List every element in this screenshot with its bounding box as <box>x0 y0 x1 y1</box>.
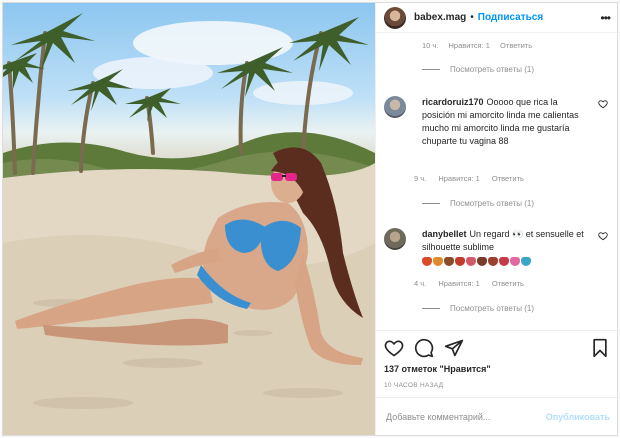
follow-button[interactable]: Подписаться <box>478 12 543 23</box>
beach-photo-illustration <box>3 13 375 435</box>
commenter-username[interactable]: danybellet <box>422 229 467 239</box>
emoji-icon <box>455 257 465 266</box>
likes-count[interactable]: 137 отметок "Нравится" <box>384 364 491 374</box>
comment-like-heart-icon[interactable] <box>598 99 608 109</box>
comment-time: 4 ч. <box>414 279 427 288</box>
comment-likes[interactable]: Нравится: 1 <box>438 174 479 183</box>
post-timestamp: 10 ЧАСОВ НАЗАД <box>384 382 444 389</box>
emoji-icon <box>466 257 476 266</box>
view-replies-label: Посмотреть ответы (1) <box>450 199 535 208</box>
share-icon[interactable] <box>444 338 464 358</box>
comment-body: ricardoruiz170 Ooooo que rica la posición… <box>422 96 590 148</box>
header-separator: • <box>470 12 474 23</box>
view-replies-label: Посмотреть ответы (1) <box>450 304 535 313</box>
emoji-icon <box>444 257 454 266</box>
emoji-icon <box>510 257 520 266</box>
comment-meta: 4 ч. Нравится: 1 Ответить <box>414 279 534 288</box>
emoji-icon <box>433 257 443 266</box>
add-comment-bar: Опубликовать <box>376 397 620 435</box>
author-username[interactable]: babex.mag <box>414 12 466 23</box>
emoji-icon <box>488 257 498 266</box>
comment-reply-button[interactable]: Ответить <box>492 174 524 183</box>
comment-reply-button[interactable]: Ответить <box>500 41 532 50</box>
commenter-avatar[interactable] <box>384 96 406 118</box>
post-header: babex.mag • Подписаться ••• <box>376 3 620 33</box>
comment-likes[interactable]: Нравится: 1 <box>449 41 490 50</box>
instagram-post: babex.mag • Подписаться ••• 10 ч. Нравит… <box>2 2 620 436</box>
emoji-icon <box>521 257 531 266</box>
more-options-icon[interactable]: ••• <box>600 11 611 25</box>
emoji-icon <box>477 257 487 266</box>
comment-like-heart-icon[interactable] <box>598 231 608 241</box>
replies-line <box>422 203 440 204</box>
publish-comment-button[interactable]: Опубликовать <box>546 412 610 422</box>
comment-meta: 10 ч. Нравится: 1 Ответить <box>422 41 540 50</box>
comment-time: 9 ч. <box>414 174 427 183</box>
post-side-panel: babex.mag • Подписаться ••• 10 ч. Нравит… <box>375 3 620 435</box>
add-comment-input[interactable] <box>386 411 546 422</box>
commenter-username[interactable]: ricardoruiz170 <box>422 97 484 107</box>
view-replies-label: Посмотреть ответы (1) <box>450 65 535 74</box>
view-replies-button[interactable]: Посмотреть ответы (1) <box>422 304 534 313</box>
comment-emoji-row <box>422 257 590 266</box>
comment-reply-button[interactable]: Ответить <box>492 279 524 288</box>
comments-list[interactable]: 10 ч. Нравится: 1 Ответить Посмотреть от… <box>376 34 620 328</box>
replies-line <box>422 308 440 309</box>
view-replies-button[interactable]: Посмотреть ответы (1) <box>422 65 534 74</box>
view-replies-button[interactable]: Посмотреть ответы (1) <box>422 199 534 208</box>
comment-body: danybellet Un regard 👀 et sensuelle et si… <box>422 228 590 266</box>
post-action-bar <box>376 330 620 364</box>
heart-icon[interactable] <box>384 338 404 358</box>
commenter-avatar[interactable] <box>384 228 406 250</box>
comment-icon[interactable] <box>414 338 434 358</box>
comment-time: 10 ч. <box>422 41 439 50</box>
author-avatar[interactable] <box>384 6 406 29</box>
post-photo[interactable] <box>3 3 375 435</box>
emoji-icon <box>499 257 509 266</box>
emoji-icon <box>422 257 432 266</box>
bookmark-icon[interactable] <box>590 338 610 358</box>
comment-likes[interactable]: Нравится: 1 <box>438 279 479 288</box>
comment-meta: 9 ч. Нравится: 1 Ответить <box>414 174 534 183</box>
replies-line <box>422 69 440 70</box>
